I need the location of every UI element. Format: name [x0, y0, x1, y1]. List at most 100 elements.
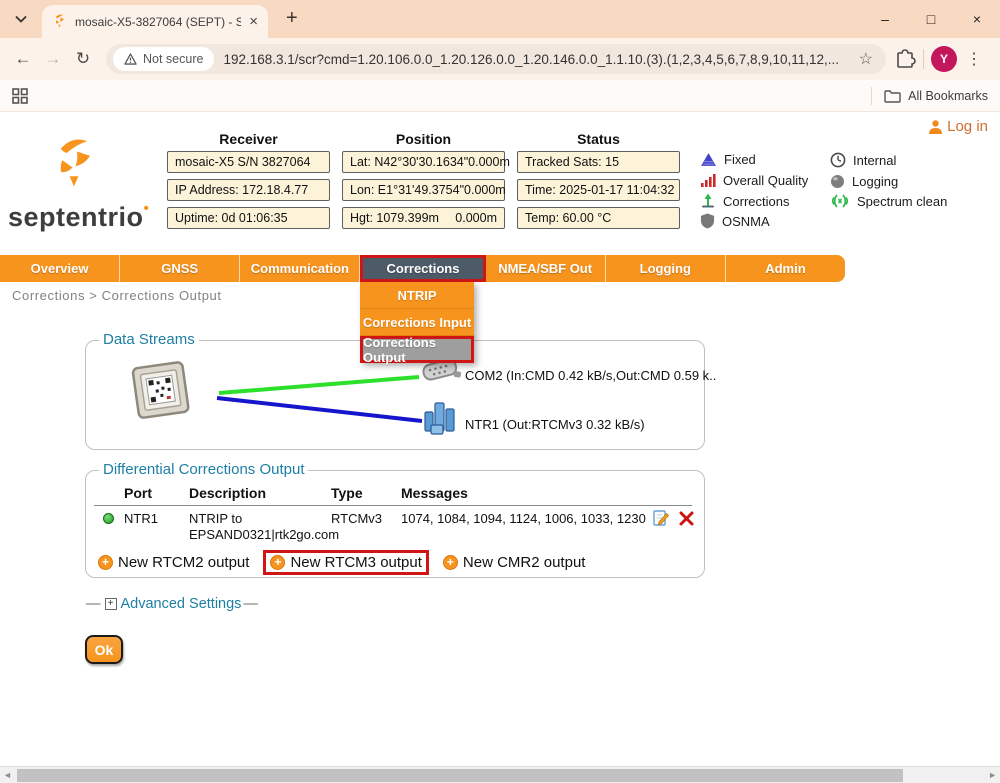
add-output-actions: + New RTCM2 output + New RTCM3 output + … [98, 550, 585, 575]
reload-button[interactable]: ↻ [68, 49, 98, 69]
scroll-left-icon[interactable]: ◄ [3, 770, 12, 780]
position-column-title: Position [342, 131, 505, 147]
receiver-serial-box: mosaic-X5 S/N 3827064 [167, 151, 330, 173]
user-icon [927, 119, 944, 135]
nav-tab-admin[interactable]: Admin [726, 255, 845, 282]
tab-search-button[interactable] [10, 8, 32, 30]
status-sats-box: Tracked Sats: 15 [517, 151, 680, 173]
advanced-settings-toggle[interactable]: — + Advanced Settings — [86, 596, 258, 612]
new-tab-button[interactable]: + [286, 7, 298, 30]
browser-window: mosaic-X5-3827064 (SEPT) - Se × + – □ × … [0, 0, 1000, 783]
window-minimize-button[interactable]: – [862, 0, 908, 38]
position-hgt-box: Hgt: 1079.399m0.000m [342, 207, 505, 229]
plus-icon: + [98, 555, 113, 570]
fixed-triangle-icon [700, 152, 717, 167]
nav-tab-communication[interactable]: Communication [240, 255, 360, 282]
url-bar[interactable]: Not secure 192.168.3.1/scr?cmd=1.20.106.… [106, 44, 886, 74]
septentrio-wordmark: septentrio• [8, 202, 149, 233]
delete-output-icon[interactable] [679, 511, 694, 531]
nav-tab-gnss[interactable]: GNSS [120, 255, 240, 282]
chevron-down-icon [15, 15, 27, 23]
bookmark-star-icon[interactable]: ☆ [850, 49, 882, 69]
warning-triangle-icon [124, 53, 137, 65]
browser-menu-icon[interactable]: ⋮ [957, 49, 992, 69]
col-header-messages: Messages [401, 485, 468, 501]
status-time-box: Time: 2025-01-17 11:04:32 [517, 179, 680, 201]
browser-toolbar: ← → ↻ Not secure 192.168.3.1/scr?cmd=1.2… [0, 38, 1000, 80]
new-rtcm3-output-button[interactable]: + New RTCM3 output [263, 550, 428, 575]
row-type: RTCMv3 [331, 511, 382, 526]
dropdown-item-corrections-input[interactable]: Corrections Input [360, 309, 474, 336]
receiver-column-title: Receiver [167, 131, 330, 147]
scroll-right-icon[interactable]: ► [988, 770, 997, 780]
dropdown-item-ntrip[interactable]: NTRIP [360, 282, 474, 309]
login-label: Log in [947, 118, 988, 135]
expand-plus-icon[interactable]: + [105, 598, 117, 610]
window-controls: – □ × [862, 0, 1000, 38]
diff-corrections-output-title: Differential Corrections Output [99, 461, 308, 478]
profile-avatar[interactable]: Y [931, 46, 957, 72]
septentrio-logo-icon [46, 134, 102, 196]
row-description-line1: NTRIP to [189, 511, 242, 526]
nav-tab-overview[interactable]: Overview [0, 255, 120, 282]
ntr1-caster-icon [423, 399, 459, 442]
indicator-overall-quality: Overall Quality [700, 171, 808, 189]
status-temp-box: Temp: 60.00 °C [517, 207, 680, 229]
col-header-description: Description [189, 485, 266, 501]
bookmarks-bar: All Bookmarks [0, 80, 1000, 112]
edit-output-icon[interactable] [652, 509, 670, 532]
folder-icon [884, 89, 901, 103]
row-messages: 1074, 1084, 1094, 1124, 1006, 1033, 1230 [401, 511, 646, 526]
corrections-arrow-icon [700, 193, 716, 209]
window-close-button[interactable]: × [954, 0, 1000, 38]
url-text[interactable]: 192.168.3.1/scr?cmd=1.20.106.0.0_1.20.12… [223, 52, 849, 67]
sphere-icon [830, 174, 845, 189]
new-rtcm2-output-button[interactable]: + New RTCM2 output [98, 554, 249, 571]
browser-titlebar: mosaic-X5-3827064 (SEPT) - Se × + – □ × [0, 0, 1000, 38]
nav-tab-corrections[interactable]: Corrections [360, 255, 485, 282]
diff-corrections-output-panel: Differential Corrections Output Port Des… [85, 470, 705, 578]
advanced-settings-label: Advanced Settings [121, 596, 242, 612]
window-maximize-button[interactable]: □ [908, 0, 954, 38]
forward-button[interactable]: → [38, 49, 68, 69]
clock-icon [830, 152, 846, 168]
ok-button[interactable]: Ok [85, 635, 123, 664]
quality-bars-icon [700, 173, 716, 188]
table-header-divider [94, 505, 692, 506]
back-button[interactable]: ← [8, 49, 38, 69]
extensions-icon[interactable] [894, 48, 916, 70]
stream-status-dot [103, 513, 114, 524]
shield-icon [700, 213, 715, 229]
not-secure-chip[interactable]: Not secure [113, 47, 214, 71]
indicator-internal: Internal [830, 151, 896, 169]
indicator-logging: Logging [830, 172, 898, 190]
horizontal-scrollbar[interactable]: ◄ ► [0, 766, 1000, 783]
position-lat-box: Lat: N42°30'30.1634"0.000m [342, 151, 505, 173]
login-link[interactable]: Log in [927, 118, 988, 135]
com2-stream-label: COM2 (In:CMD 0.42 kB/s,Out:CMD 0.59 k.. [465, 368, 716, 383]
favicon-septentrio-icon [52, 13, 67, 30]
nav-tab-logging[interactable]: Logging [606, 255, 726, 282]
indicator-fixed: Fixed [700, 150, 756, 168]
tab-title: mosaic-X5-3827064 (SEPT) - Se [75, 15, 241, 29]
row-port: NTR1 [124, 511, 158, 526]
all-bookmarks-button[interactable]: All Bookmarks [908, 89, 988, 103]
scrollbar-thumb[interactable] [17, 769, 903, 782]
page-content: Log in septentrio• Receiver mosaic-X5 S/… [0, 112, 1000, 766]
new-cmr2-output-button[interactable]: + New CMR2 output [443, 554, 586, 571]
nav-tab-nmea-sbf-out[interactable]: NMEA/SBF Out [486, 255, 606, 282]
corrections-dropdown: NTRIP Corrections Input Corrections Outp… [360, 282, 474, 363]
apps-grid-icon[interactable] [12, 88, 28, 104]
not-secure-label: Not secure [143, 52, 203, 66]
indicator-spectrum-clean: Spectrum clean [830, 192, 947, 210]
receiver-ip-box: IP Address: 172.18.4.77 [167, 179, 330, 201]
row-description-line2: EPSAND0321|rtk2go.com [189, 527, 339, 542]
toolbar-separator [923, 49, 924, 69]
receiver-chip-icon [128, 357, 194, 427]
bookmarks-separator [871, 87, 872, 105]
tab-close-icon[interactable]: × [249, 13, 258, 30]
dropdown-item-corrections-output[interactable]: Corrections Output [360, 336, 474, 363]
browser-tab[interactable]: mosaic-X5-3827064 (SEPT) - Se × [42, 5, 268, 38]
ntr1-stream-label: NTR1 (Out:RTCMv3 0.32 kB/s) [465, 417, 645, 432]
indicator-corrections: Corrections [700, 192, 789, 210]
